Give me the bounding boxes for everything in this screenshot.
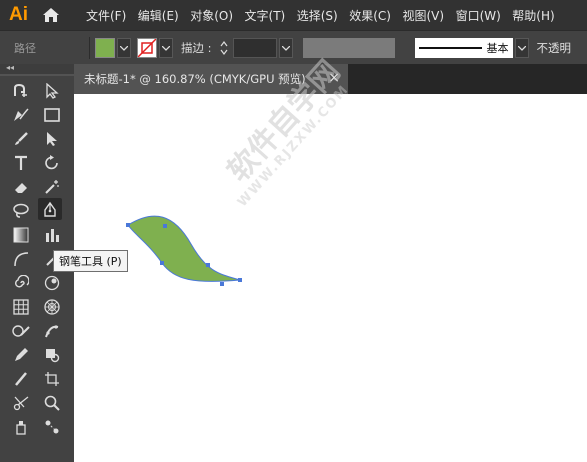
type-tool-icon[interactable] [9, 152, 33, 174]
opacity-label[interactable]: 不透明 [537, 40, 572, 56]
column-graph-icon[interactable] [40, 224, 64, 246]
rotate-tool-icon[interactable] [40, 152, 64, 174]
arc-tool-icon[interactable] [9, 248, 33, 270]
stroke-weight-dropdown[interactable] [278, 38, 293, 58]
anchor-point[interactable] [163, 224, 167, 228]
blob-brush-icon[interactable] [40, 272, 64, 294]
scissors-icon[interactable] [9, 392, 33, 414]
menu-help[interactable]: 帮助(H) [512, 7, 554, 24]
puppet-warp-icon[interactable] [40, 320, 64, 342]
menu-effect[interactable]: 效果(C) [349, 7, 391, 24]
artboard-tool-icon[interactable] [40, 368, 64, 390]
live-paint-bucket-icon[interactable] [40, 344, 64, 366]
magic-wand-icon[interactable] [40, 176, 64, 198]
stroke-swatch[interactable] [137, 38, 157, 58]
scissors-knife-icon[interactable] [9, 368, 33, 390]
rectangle-tool-icon[interactable] [40, 104, 64, 126]
pen-tool-tooltip: 钢笔工具 (P) [53, 250, 128, 272]
stroke-preview-line [418, 47, 482, 49]
brush-profile-label: 基本 [486, 42, 509, 55]
canvas-artwork [126, 215, 242, 286]
control-bar: 路径 描边 : 基本 不透明 [0, 30, 587, 65]
brush-definition[interactable]: 基本 [414, 38, 513, 58]
paintbrush-icon[interactable] [9, 128, 33, 150]
zoom-tool-icon[interactable] [40, 392, 64, 414]
shape-builder-icon[interactable] [9, 320, 33, 342]
chevron-down-icon [517, 45, 526, 51]
panel-collapse[interactable]: ◂◂ [0, 63, 74, 74]
stroke-weight-label: 描边 : [181, 41, 212, 55]
stroke-weight-spinner[interactable] [217, 38, 231, 58]
chevron-down-icon [120, 45, 128, 51]
chevron-down-icon [281, 45, 290, 51]
fill-dropdown[interactable] [117, 38, 131, 58]
collapse-icon[interactable]: ◂◂ [6, 63, 14, 72]
lasso-tool-icon[interactable] [9, 200, 33, 222]
anchor-point[interactable] [220, 282, 224, 286]
spiral-tool-icon[interactable] [9, 272, 33, 294]
anchor-point[interactable] [160, 261, 164, 265]
menu-bar: Ai 文件(F) 编辑(E) 对象(O) 文字(T) 选择(S) 效果(C) 视… [0, 0, 587, 30]
fill-swatch[interactable] [95, 38, 115, 58]
green-leaf-path[interactable] [127, 215, 241, 282]
menu-file[interactable]: 文件(F) [86, 7, 126, 24]
menu-select[interactable]: 选择(S) [297, 7, 338, 24]
no-stroke-icon [138, 39, 156, 57]
chevron-down-icon [162, 45, 170, 51]
menu-edit[interactable]: 编辑(E) [138, 7, 179, 24]
curvature-tool-icon[interactable] [9, 104, 33, 126]
menu-window[interactable]: 窗口(W) [456, 7, 501, 24]
pen-tool-icon[interactable] [38, 198, 62, 220]
document-title: 未标题-1* @ 160.87% (CMYK/GPU 预览) [84, 72, 306, 86]
app-logo: Ai [9, 4, 28, 25]
eraser-tool-icon[interactable] [9, 176, 33, 198]
menu-object[interactable]: 对象(O) [190, 7, 233, 24]
divider [89, 37, 90, 59]
anchor-point[interactable] [126, 223, 130, 227]
rectangular-grid-icon[interactable] [9, 296, 33, 318]
menu-view[interactable]: 视图(V) [402, 7, 444, 24]
stroke-weight-input[interactable] [232, 38, 277, 58]
stroke-dropdown[interactable] [159, 38, 173, 58]
pencil-tool-icon[interactable] [9, 344, 33, 366]
menu-type[interactable]: 文字(T) [245, 7, 286, 24]
anchor-point[interactable] [206, 263, 210, 267]
polar-grid-icon[interactable] [40, 296, 64, 318]
gradient-tool-icon[interactable] [9, 224, 33, 246]
artboard-touch-tool-icon[interactable] [9, 80, 33, 102]
direct-selection-icon[interactable] [40, 80, 64, 102]
artboard-canvas[interactable] [74, 94, 587, 462]
selection-tool-icon[interactable] [40, 128, 64, 150]
brush-dropdown[interactable] [514, 38, 529, 58]
anchor-point[interactable] [238, 278, 242, 282]
symbol-sprayer-icon[interactable] [9, 416, 33, 438]
blend-tool-icon[interactable] [40, 416, 64, 438]
selection-type-label: 路径 [14, 42, 36, 55]
home-icon[interactable] [42, 6, 62, 24]
